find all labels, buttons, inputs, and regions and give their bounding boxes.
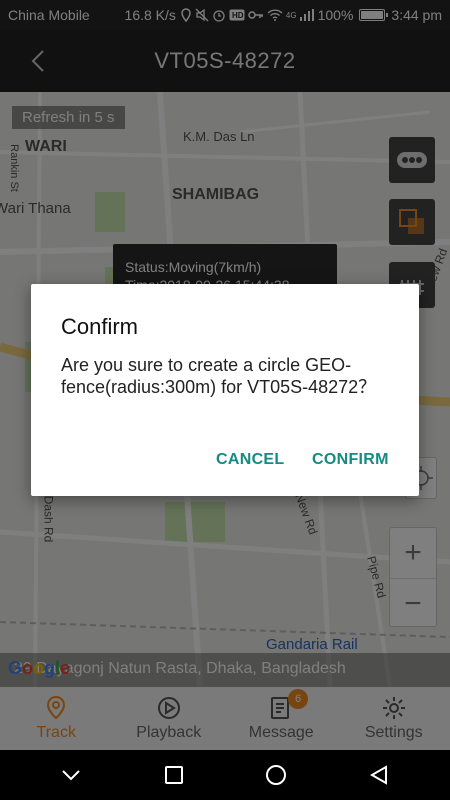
nav-hide-button[interactable] — [51, 755, 91, 795]
nav-home-button[interactable] — [256, 755, 296, 795]
cancel-button[interactable]: CANCEL — [216, 451, 284, 469]
nav-recents-button[interactable] — [154, 755, 194, 795]
triangle-back-icon — [369, 765, 387, 785]
confirm-dialog: Confirm Are you sure to create a circle … — [31, 284, 419, 496]
confirm-button[interactable]: CONFIRM — [312, 451, 389, 469]
system-nav-bar — [0, 750, 450, 800]
dialog-title: Confirm — [61, 314, 139, 339]
chevron-down-icon — [62, 770, 80, 781]
square-icon — [164, 766, 183, 784]
nav-back-button[interactable] — [359, 755, 399, 795]
circle-icon — [266, 765, 287, 785]
dialog-message: Are you sure to create a circle GEO-fenc… — [61, 355, 377, 397]
